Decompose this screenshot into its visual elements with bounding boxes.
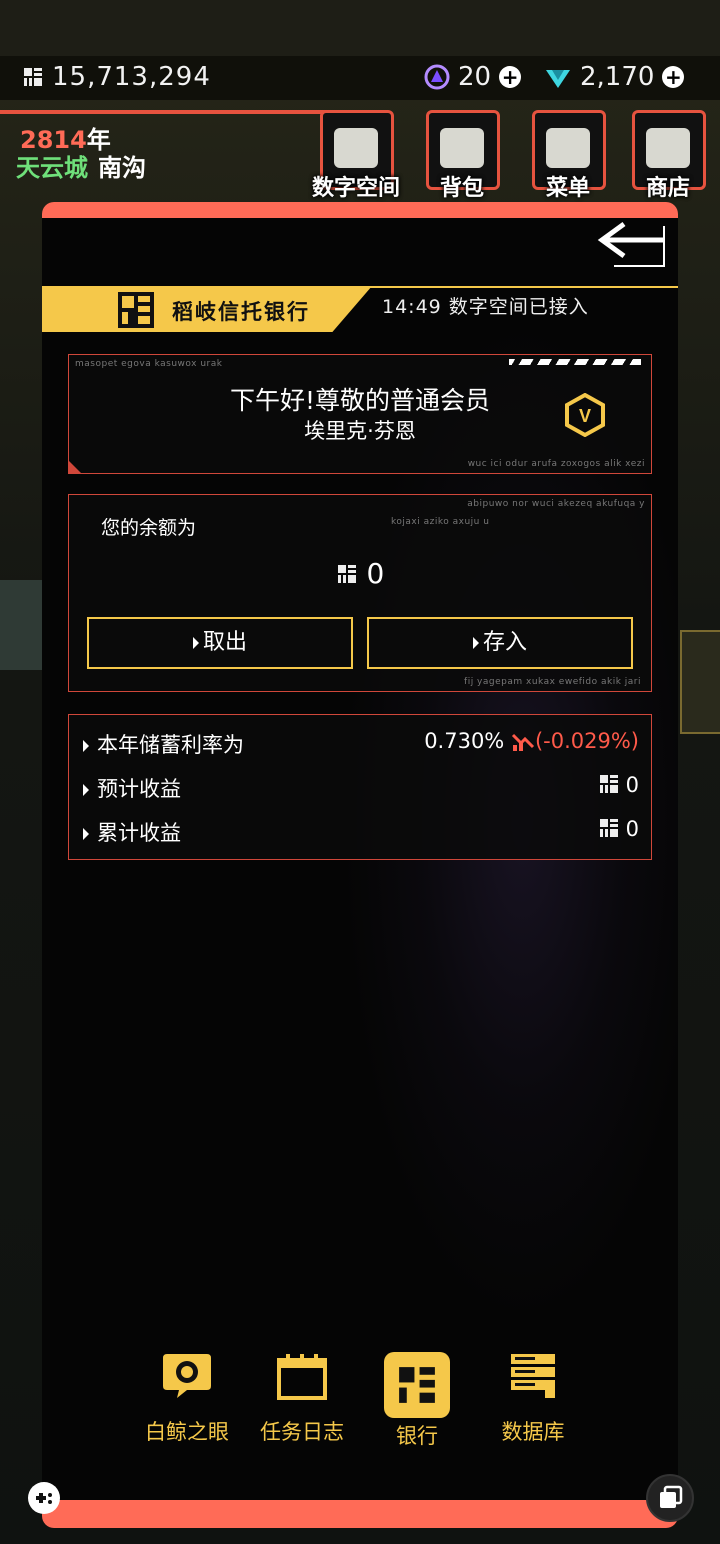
add-cyan-gem-button[interactable]: + (662, 66, 685, 88)
bank-name: 稻岐信托银行 (172, 300, 310, 324)
database-icon (511, 1354, 555, 1398)
chip-icon (599, 819, 618, 837)
trend-down-icon (511, 733, 535, 751)
city-name: 天云城 (16, 154, 88, 182)
eye-icon (163, 1354, 211, 1398)
background-sign-left (0, 580, 42, 670)
gamepad-icon (36, 1493, 52, 1504)
micro-text: abipuwo nor wuci akezeq akufuqa y (467, 499, 645, 509)
layers-icon (334, 128, 378, 168)
play-arrow-icon (83, 784, 89, 796)
greeting-card: masopet egova kasuwox urak 下午好!尊敬的普通会员 埃… (68, 354, 652, 474)
member-badge-icon: V (565, 393, 605, 437)
chip-icon (599, 775, 618, 793)
panel-top-border (42, 202, 678, 218)
menu-label: 商店 (645, 176, 690, 201)
bank-header-line (342, 286, 678, 288)
balance-card: abipuwo nor wuci akezeq akufuqa y kojaxi… (68, 494, 652, 692)
nav-active-bg (384, 1352, 450, 1418)
add-purple-gem-button[interactable]: + (499, 66, 522, 88)
cyan-gem-amount: 2,170 (580, 62, 655, 92)
menu-backpack-button[interactable]: 背包 (426, 110, 500, 201)
menu-digital-space-button[interactable]: 数字空间 (312, 110, 400, 201)
play-arrow-icon (472, 637, 479, 649)
nav-label: 数据库 (501, 1420, 565, 1444)
total-earnings-value: 0 (625, 817, 639, 841)
background-top (0, 0, 720, 56)
micro-text: masopet egova kasuwox urak (75, 359, 223, 369)
balance-value: 0 (366, 557, 385, 590)
district-name: 南沟 (98, 154, 146, 182)
window-float-button[interactable] (646, 1474, 694, 1522)
bank-icon (399, 1367, 435, 1403)
withdraw-button[interactable]: 取出 (87, 617, 353, 669)
deposit-button[interactable]: 存入 (367, 617, 633, 669)
play-arrow-icon (192, 637, 199, 649)
nav-bank[interactable]: 银行 (362, 1352, 472, 1450)
gamepad-float-button[interactable] (28, 1482, 60, 1514)
windows-icon (660, 1485, 683, 1508)
expected-earnings-row[interactable]: 预计收益 0 (83, 773, 639, 813)
expected-earnings-label: 预计收益 (97, 777, 181, 801)
balance-amount: 0 (69, 557, 651, 590)
corner-decoration (69, 461, 81, 473)
purple-gem-icon (424, 64, 450, 90)
nav-label: 银行 (396, 1424, 438, 1448)
calendar-icon (277, 1354, 327, 1400)
menu-label: 菜单 (545, 176, 590, 201)
coin-amount: 15,713,294 (52, 62, 211, 92)
micro-text: kojaxi aziko axuju u (391, 517, 490, 527)
interest-rate-value: 0.730% (424, 729, 505, 753)
location: 天云城 南沟 (16, 148, 146, 183)
withdraw-label: 取出 (202, 630, 247, 655)
expected-earnings-value: 0 (625, 773, 639, 797)
balance-label: 您的余额为 (101, 517, 197, 539)
nav-whale-eye[interactable]: 白鲸之眼 (132, 1352, 242, 1446)
purple-gem-balance: 20 + (424, 62, 522, 92)
play-arrow-icon (83, 740, 89, 752)
menu-label: 数字空间 (311, 176, 400, 201)
nav-label: 白鲸之眼 (145, 1420, 229, 1444)
interest-rate-row[interactable]: 本年储蓄利率为 0.730% (-0.029%) (83, 729, 639, 769)
svg-text:V: V (579, 406, 591, 426)
cart-icon (646, 128, 690, 168)
bank-panel: 稻岐信托银行 14:49 数字空间已接入 masopet egova kasuw… (42, 202, 678, 1528)
background-sign-right (680, 630, 720, 734)
interest-rate-delta: (-0.029%) (534, 729, 639, 753)
interest-card: 本年储蓄利率为 0.730% (-0.029%) 预计收益 0 累计收益 0 (68, 714, 652, 860)
nav-task-log[interactable]: 任务日志 (247, 1352, 357, 1446)
hud-divider (0, 110, 330, 114)
total-earnings-label: 累计收益 (97, 821, 181, 845)
menu-menu-button[interactable]: 菜单 (532, 110, 606, 201)
micro-text: wuc ici odur arufa zoxogos alik xezi (467, 459, 645, 469)
deposit-label: 存入 (482, 630, 527, 655)
cyan-gem-icon (546, 70, 570, 88)
cyan-gem-balance: 2,170 + (544, 62, 685, 92)
bank-header: 稻岐信托银行 14:49 数字空间已接入 (42, 286, 678, 334)
bank-logo-icon (118, 292, 154, 328)
chip-icon (24, 68, 42, 86)
micro-text: fij yagepam xukax ewefido akik jari (464, 677, 641, 687)
nav-label: 任务日志 (260, 1420, 344, 1444)
interest-rate-value-group: 0.730% (-0.029%) (424, 729, 639, 753)
menu-shop-button[interactable]: 商店 (632, 110, 706, 201)
interest-rate-label: 本年储蓄利率为 (97, 733, 244, 757)
expected-earnings-value-group: 0 (598, 773, 639, 797)
back-arrow-icon[interactable] (594, 216, 670, 268)
chip-icon (337, 565, 356, 583)
total-earnings-value-group: 0 (598, 817, 639, 841)
bag-icon (440, 128, 484, 168)
total-earnings-row[interactable]: 累计收益 0 (83, 817, 639, 857)
nav-database[interactable]: 数据库 (478, 1352, 588, 1446)
coin-balance: 15,713,294 (22, 62, 211, 92)
stripes-decoration (509, 359, 641, 365)
menu-label: 背包 (439, 176, 484, 201)
play-arrow-icon (83, 828, 89, 840)
panel-bottom-border (42, 1500, 678, 1528)
list-icon (546, 128, 590, 168)
connection-status: 14:49 数字空间已接入 (382, 296, 589, 318)
purple-gem-amount: 20 (458, 62, 492, 92)
